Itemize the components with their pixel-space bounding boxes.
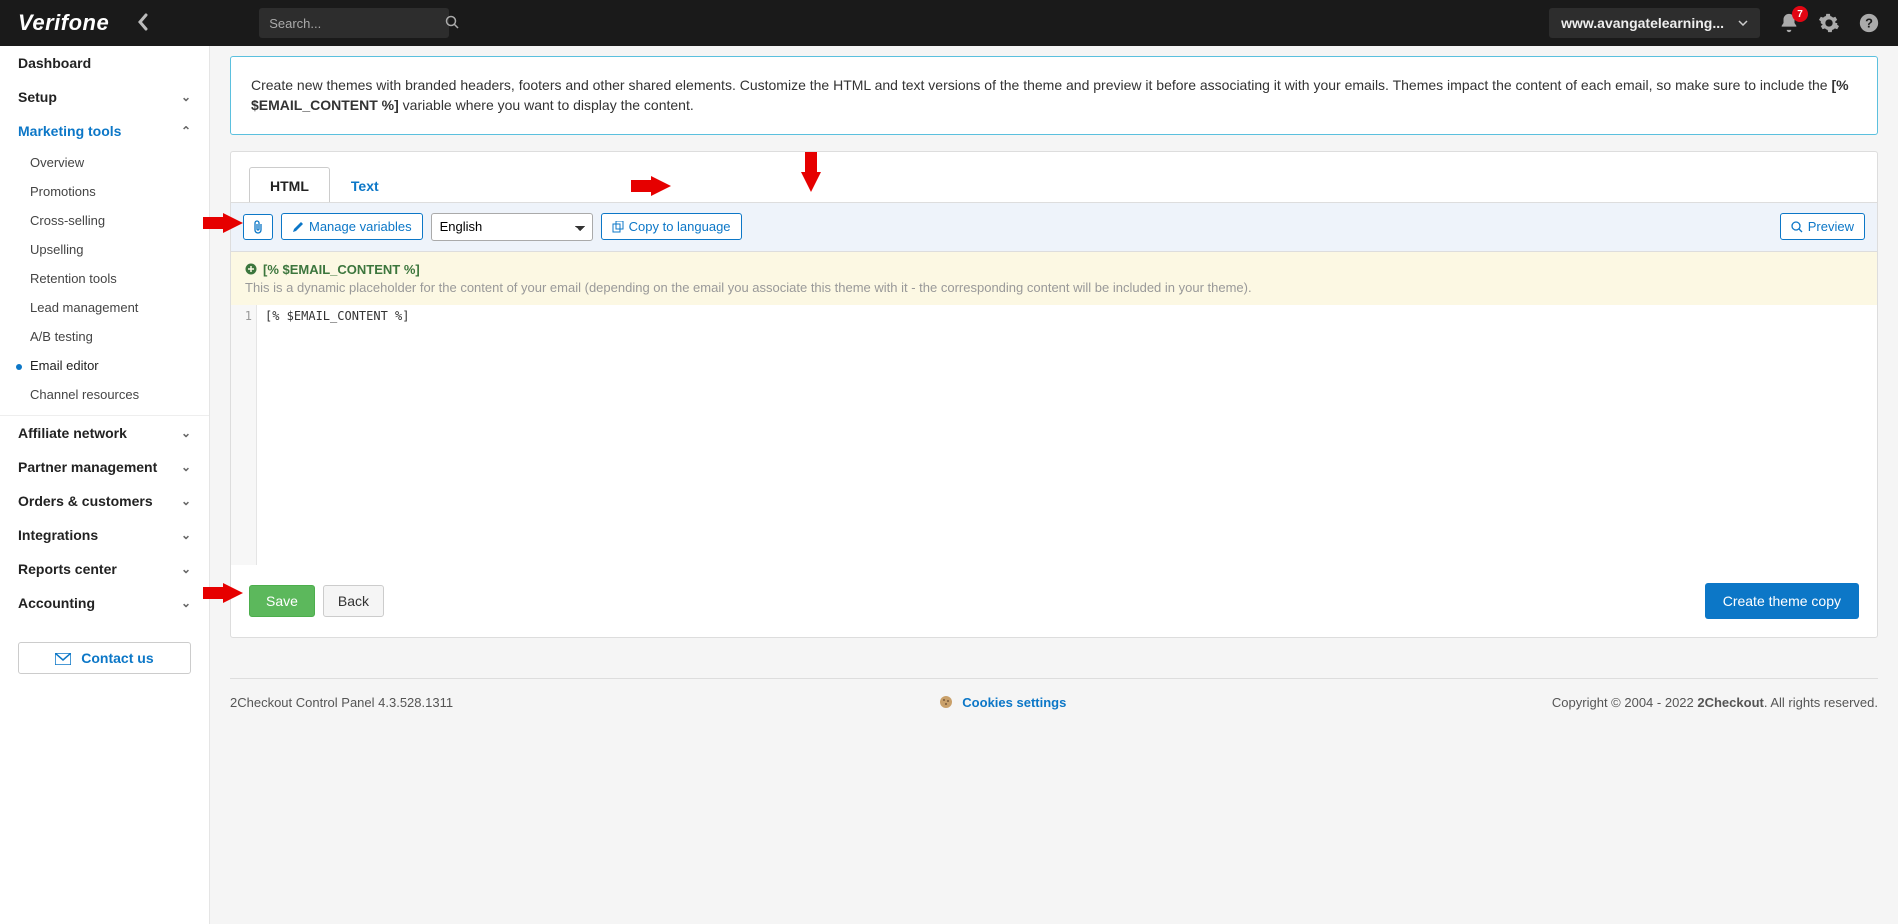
- nav-dashboard[interactable]: Dashboard: [0, 46, 209, 80]
- footer-copyright: Copyright © 2004 - 2022 2Checkout. All r…: [1552, 695, 1878, 710]
- nav-label: Marketing tools: [18, 123, 121, 139]
- info-text: Create new themes with branded headers, …: [251, 77, 1831, 93]
- search-input[interactable]: [269, 16, 445, 31]
- contact-us-button[interactable]: Contact us: [18, 642, 191, 674]
- arrow-annotation: [801, 172, 821, 192]
- tab-html[interactable]: HTML: [249, 167, 330, 203]
- code-content[interactable]: [% $EMAIL_CONTENT %]: [257, 305, 418, 565]
- nav-orders[interactable]: Orders & customers ⌄: [0, 484, 209, 518]
- hint-title: [% $EMAIL_CONTENT %]: [245, 262, 1863, 277]
- chevron-down-icon: ⌄: [181, 528, 191, 542]
- top-right: www.avangatelearning... 7 ?: [1549, 8, 1880, 38]
- nav-back-button[interactable]: [137, 13, 149, 34]
- back-button[interactable]: Back: [323, 585, 384, 617]
- help-icon: ?: [1858, 12, 1880, 34]
- cookies-settings-link[interactable]: Cookies settings: [962, 695, 1066, 710]
- chevron-down-icon: ⌄: [181, 494, 191, 508]
- search-icon: [445, 15, 459, 32]
- sidebar: Dashboard Setup ⌄ Marketing tools ⌃ Overvi…: [0, 46, 210, 924]
- notifications-button[interactable]: 7: [1778, 12, 1800, 34]
- nav-integrations[interactable]: Integrations ⌄: [0, 518, 209, 552]
- subnav-lead-management[interactable]: Lead management: [0, 293, 209, 322]
- footer: 2Checkout Control Panel 4.3.528.1311 Coo…: [230, 678, 1878, 740]
- subnav-email-editor[interactable]: Email editor: [0, 351, 209, 380]
- button-label: Preview: [1808, 219, 1854, 234]
- site-label: www.avangatelearning...: [1561, 15, 1724, 31]
- arrow-annotation: [223, 583, 243, 603]
- search-icon: [1791, 221, 1803, 233]
- nav-reports[interactable]: Reports center ⌄: [0, 552, 209, 586]
- button-label: Manage variables: [309, 219, 412, 234]
- subnav-ab-testing[interactable]: A/B testing: [0, 322, 209, 351]
- copy-icon: [612, 221, 624, 233]
- pencil-icon: [292, 221, 304, 233]
- nav-label: Partner management: [18, 459, 157, 475]
- subnav-channel-resources[interactable]: Channel resources: [0, 380, 209, 409]
- nav-label: Affiliate network: [18, 425, 127, 441]
- chevron-down-icon: ⌄: [181, 90, 191, 104]
- subnav-overview[interactable]: Overview: [0, 148, 209, 177]
- line-number: 1: [245, 309, 252, 323]
- manage-variables-button[interactable]: Manage variables: [281, 213, 423, 240]
- arrow-annotation: [223, 213, 243, 233]
- chevron-left-icon: [137, 13, 149, 31]
- footer-version: 2Checkout Control Panel 4.3.528.1311: [230, 695, 453, 710]
- subnav-cross-selling[interactable]: Cross-selling: [0, 206, 209, 235]
- chevron-down-icon: [1738, 20, 1748, 26]
- chevron-down-icon: ⌄: [181, 562, 191, 576]
- info-banner: Create new themes with branded headers, …: [230, 56, 1878, 135]
- chevron-down-icon: ⌄: [181, 426, 191, 440]
- hint-description: This is a dynamic placeholder for the co…: [245, 280, 1863, 295]
- action-row: Save Back Create theme copy: [231, 565, 1877, 637]
- gear-icon: [1818, 12, 1840, 34]
- site-selector[interactable]: www.avangatelearning...: [1549, 8, 1760, 38]
- nav-accounting[interactable]: Accounting ⌄: [0, 586, 209, 620]
- nav-label: Accounting: [18, 595, 95, 611]
- paperclip-icon: [252, 220, 264, 234]
- top-bar: Verifone www.avangatelearning... 7 ?: [0, 0, 1898, 46]
- button-label: Copy to language: [629, 219, 731, 234]
- subnav-retention[interactable]: Retention tools: [0, 264, 209, 293]
- editor-toolbar: Manage variables English Copy to languag…: [231, 202, 1877, 252]
- contact-label: Contact us: [81, 650, 153, 666]
- language-select[interactable]: English: [431, 213, 593, 241]
- cookie-icon: [939, 695, 953, 709]
- brand-logo: Verifone: [18, 10, 109, 36]
- hint-bar: [% $EMAIL_CONTENT %] This is a dynamic p…: [231, 252, 1877, 305]
- editor-panel: HTML Text Manage variables English: [230, 151, 1878, 638]
- nav-label: Dashboard: [18, 55, 91, 71]
- notification-badge: 7: [1792, 6, 1808, 22]
- attachment-button[interactable]: [243, 214, 273, 240]
- save-button[interactable]: Save: [249, 585, 315, 617]
- info-text: variable where you want to display the c…: [399, 97, 694, 113]
- hint-title-text: [% $EMAIL_CONTENT %]: [263, 262, 420, 277]
- nav-setup[interactable]: Setup ⌄: [0, 80, 209, 114]
- nav-label: Setup: [18, 89, 57, 105]
- plus-circle-icon: [245, 263, 257, 275]
- copy-to-language-button[interactable]: Copy to language: [601, 213, 742, 240]
- nav-marketing-tools[interactable]: Marketing tools ⌃: [0, 114, 209, 148]
- help-button[interactable]: ?: [1858, 12, 1880, 34]
- preview-button[interactable]: Preview: [1780, 213, 1865, 240]
- tab-text[interactable]: Text: [330, 167, 400, 203]
- nav-label: Orders & customers: [18, 493, 153, 509]
- line-gutter: 1: [231, 305, 257, 565]
- nav-affiliate[interactable]: Affiliate network ⌄: [0, 416, 209, 450]
- create-theme-copy-button[interactable]: Create theme copy: [1705, 583, 1859, 619]
- svg-text:?: ?: [1865, 16, 1873, 31]
- subnav-upselling[interactable]: Upselling: [0, 235, 209, 264]
- main-content: Create new themes with branded headers, …: [210, 46, 1898, 924]
- subnav-promotions[interactable]: Promotions: [0, 177, 209, 206]
- nav-partner[interactable]: Partner management ⌄: [0, 450, 209, 484]
- nav-label: Reports center: [18, 561, 117, 577]
- arrow-annotation: [651, 176, 671, 196]
- mail-icon: [55, 653, 71, 665]
- chevron-up-icon: ⌃: [181, 124, 191, 138]
- search-box[interactable]: [259, 8, 449, 38]
- chevron-down-icon: ⌄: [181, 460, 191, 474]
- nav-label: Integrations: [18, 527, 98, 543]
- code-editor[interactable]: 1 [% $EMAIL_CONTENT %]: [231, 305, 1877, 565]
- chevron-down-icon: ⌄: [181, 596, 191, 610]
- settings-button[interactable]: [1818, 12, 1840, 34]
